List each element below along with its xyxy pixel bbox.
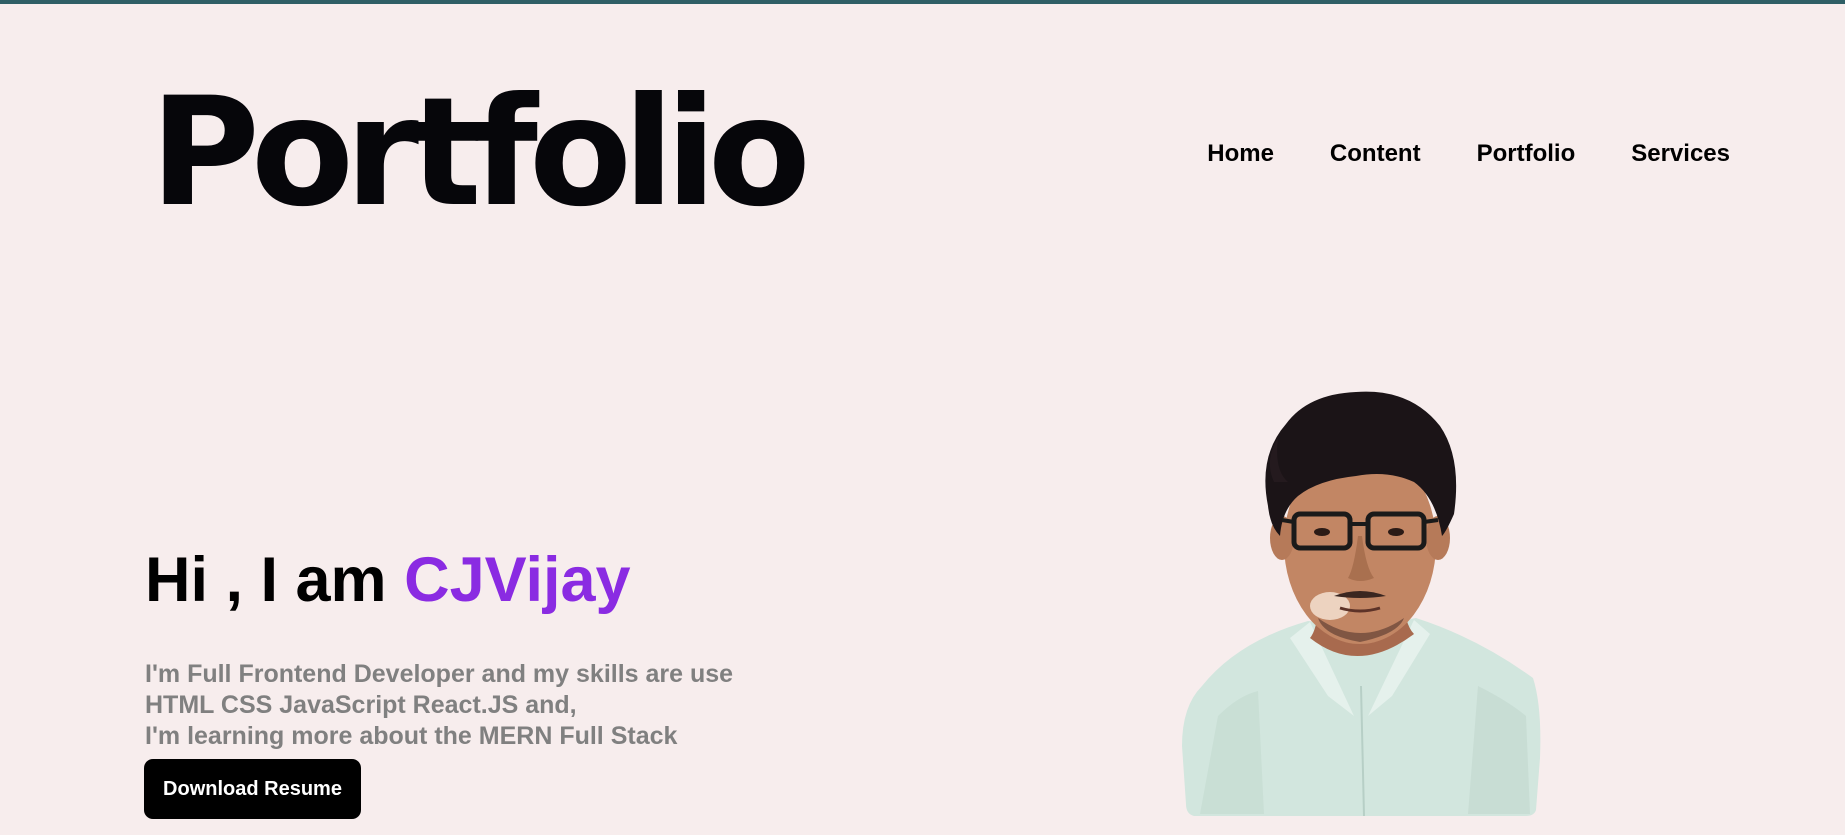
hero-description: I'm Full Frontend Developer and my skill… — [145, 659, 733, 752]
hero-name: CJVijay — [404, 545, 631, 615]
description-line-3: I'm learning more about the MERN Full St… — [145, 722, 678, 750]
nav-link-services[interactable]: Services — [1631, 139, 1730, 169]
download-resume-button[interactable]: Download Resume — [144, 759, 361, 819]
nav-link-home[interactable]: Home — [1207, 139, 1274, 169]
description-line-1: I'm Full Frontend Developer and my skill… — [145, 660, 734, 688]
greeting-text: Hi , I am — [145, 545, 405, 615]
hero-heading: Hi , I am CJVijay — [145, 545, 631, 615]
description-line-2: HTML CSS JavaScript React.JS and, — [145, 691, 577, 719]
nav-link-portfolio[interactable]: Portfolio — [1477, 139, 1576, 169]
nav-link-content[interactable]: Content — [1330, 139, 1421, 169]
main-nav: Home Content Portfolio Services — [1207, 139, 1730, 169]
top-border-bar — [0, 0, 1845, 4]
portfolio-logo: Portfolio — [150, 66, 811, 240]
profile-photo — [1182, 391, 1541, 816]
